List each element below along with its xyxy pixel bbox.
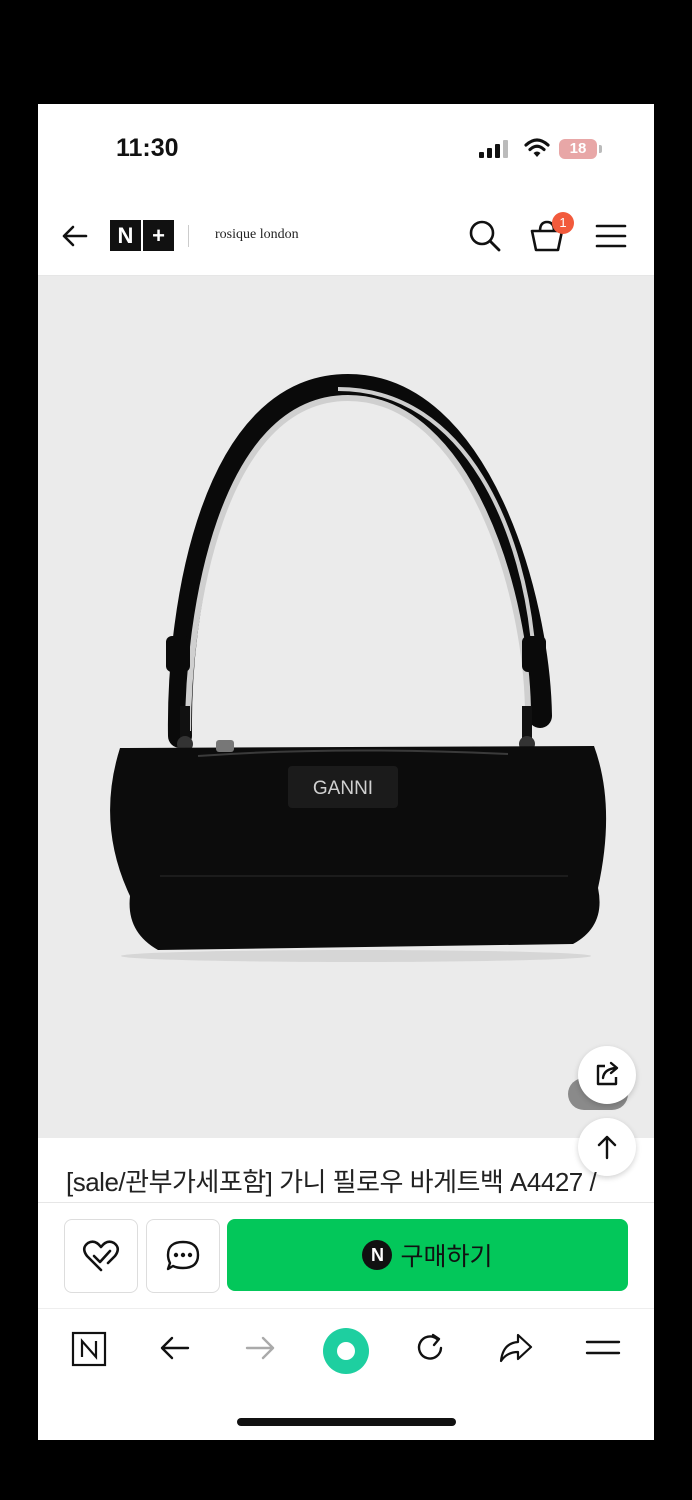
cart-count-badge: 1	[552, 212, 574, 234]
hamburger-icon[interactable]	[585, 1331, 621, 1365]
phone-screen: 11:30 18 N + rosique london 1 GANNI [sal…	[38, 104, 654, 1440]
naver-n-icon: N	[362, 1240, 393, 1270]
heart-check-icon	[82, 1240, 120, 1272]
product-image[interactable]: GANNI	[38, 276, 654, 1138]
browser-toolbar	[38, 1308, 654, 1389]
share-icon	[596, 1061, 619, 1086]
arrow-up-icon	[597, 1135, 617, 1160]
like-button[interactable]	[64, 1219, 138, 1293]
menu-icon[interactable]	[595, 223, 627, 249]
naver-plus-logo[interactable]: N +	[110, 220, 176, 251]
logo-plus: +	[143, 220, 174, 251]
buy-button[interactable]: N 구매하기	[227, 1219, 628, 1291]
forward-share-icon[interactable]	[498, 1331, 534, 1365]
bag-brand-label: GANNI	[313, 778, 373, 799]
shop-name[interactable]: rosique london	[215, 227, 299, 243]
search-icon[interactable]	[468, 219, 502, 253]
arrow-left-icon[interactable]	[158, 1331, 192, 1365]
signal-icon	[479, 140, 508, 158]
buy-label: 구매하기	[400, 1243, 493, 1271]
battery-tip	[599, 145, 602, 153]
back-arrow-icon[interactable]	[60, 221, 90, 251]
shop-header: N + rosique london 1	[38, 199, 654, 276]
battery-indicator: 18	[559, 139, 597, 159]
home-indicator[interactable]	[237, 1418, 456, 1426]
status-time: 11:30	[116, 134, 179, 162]
naver-home-icon[interactable]	[71, 1331, 107, 1367]
arrow-right-icon[interactable]	[243, 1331, 277, 1365]
product-title: [sale/관부가세포함] 가니 필로우 바게트백 A4427 /	[66, 1167, 597, 1197]
status-bar: 11:30 18	[38, 104, 654, 194]
refresh-icon[interactable]	[413, 1331, 447, 1365]
bag-illustration: GANNI	[110, 373, 607, 962]
purchase-bar: N 구매하기	[38, 1202, 654, 1307]
chat-icon	[166, 1240, 200, 1271]
share-button[interactable]	[578, 1046, 636, 1104]
home-circle-icon[interactable]	[322, 1327, 370, 1375]
talk-button[interactable]	[146, 1219, 220, 1293]
header-divider	[188, 225, 189, 247]
logo-n: N	[110, 220, 141, 251]
wifi-icon	[524, 138, 550, 157]
